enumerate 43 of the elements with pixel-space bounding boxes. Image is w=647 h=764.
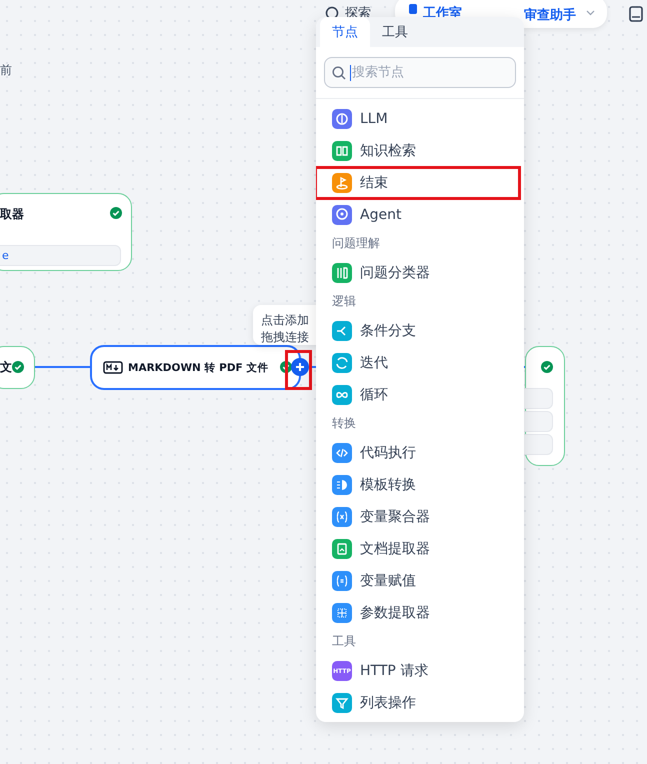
success-check-icon bbox=[110, 207, 122, 219]
workflow-node[interactable] bbox=[90, 345, 301, 390]
node-option[interactable]: 文档提取器 bbox=[316, 533, 524, 565]
success-check-icon bbox=[541, 361, 553, 373]
tooltip-text: 点击添加 bbox=[261, 312, 309, 329]
save-status: 前 bbox=[0, 62, 12, 79]
node-option[interactable]: 结束 bbox=[316, 167, 524, 199]
success-check-icon bbox=[12, 361, 24, 373]
tooltip-text: 拖拽连接 bbox=[261, 329, 309, 346]
markdown-icon bbox=[103, 361, 123, 374]
section-heading: 转换 bbox=[331, 415, 357, 432]
node-option[interactable]: 知识检索 bbox=[316, 135, 524, 167]
output-variable-field: e bbox=[0, 245, 121, 266]
chevron-down-icon bbox=[586, 10, 595, 16]
node-title: MARKDOWN 转 PDF 文件 bbox=[128, 361, 268, 375]
edge-line bbox=[35, 366, 91, 368]
node-option[interactable]: 迭代 bbox=[316, 347, 524, 379]
app-name[interactable]: 审查助手 bbox=[524, 6, 576, 24]
section-heading: 逻辑 bbox=[331, 293, 357, 310]
node-option[interactable]: 列表操作 bbox=[316, 687, 524, 719]
node-option[interactable]: 变量聚合器 bbox=[316, 501, 524, 533]
node-option[interactable]: 问题分类器 bbox=[316, 257, 524, 289]
node-option[interactable]: 变量赋值 bbox=[316, 565, 524, 597]
node-option[interactable]: 循环 bbox=[316, 379, 524, 411]
menu-tab[interactable]: 工具 bbox=[370, 17, 420, 47]
node-option[interactable]: 条件分支 bbox=[316, 315, 524, 347]
plus-icon bbox=[295, 362, 305, 372]
node-title: 文 bbox=[0, 359, 12, 376]
node-option[interactable]: Agent bbox=[316, 199, 524, 231]
book-icon bbox=[629, 6, 643, 22]
node-option[interactable]: LLM bbox=[316, 103, 524, 135]
section-heading: 问题理解 bbox=[331, 235, 381, 252]
node-title: 取器 bbox=[0, 206, 24, 223]
add-node-button[interactable] bbox=[291, 358, 309, 376]
section-heading: 工具 bbox=[331, 633, 357, 650]
search-field[interactable]: 搜索节点 bbox=[324, 57, 516, 88]
search-icon bbox=[332, 66, 346, 80]
node-option[interactable]: 代码执行 bbox=[316, 437, 524, 469]
success-check-icon bbox=[280, 361, 292, 373]
node-option[interactable]: 模板转换 bbox=[316, 469, 524, 501]
menu-tab[interactable]: 节点 bbox=[320, 17, 370, 47]
workflow-node[interactable] bbox=[0, 346, 35, 389]
node-option[interactable]: 参数提取器 bbox=[316, 597, 524, 629]
